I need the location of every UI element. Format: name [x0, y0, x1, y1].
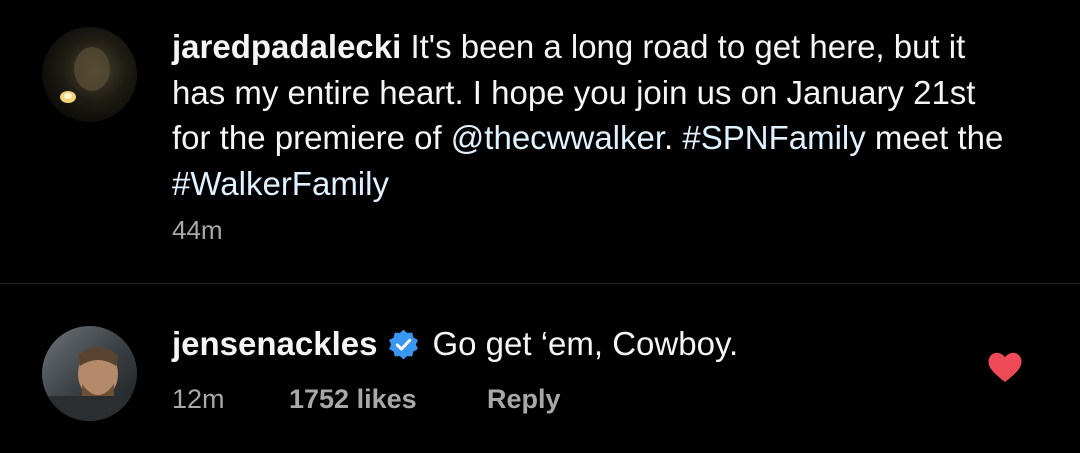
- post-caption: jaredpadalecki It's been a long road to …: [0, 0, 1080, 283]
- post-author-username[interactable]: jaredpadalecki: [172, 28, 401, 65]
- reply-button[interactable]: Reply: [487, 384, 561, 415]
- comment-meta: 12m 1752 likes Reply: [172, 384, 561, 415]
- avatar-image: [42, 326, 137, 421]
- comment-line: jensenackles Go get ‘em, Cowboy.: [172, 324, 738, 364]
- caption-text: jaredpadalecki It's been a long road to …: [172, 24, 1012, 206]
- avatar[interactable]: [42, 27, 137, 122]
- hashtag-link[interactable]: #SPNFamily: [682, 119, 865, 156]
- avatar-image: [42, 27, 137, 122]
- post-timestamp: 44m: [172, 215, 223, 245]
- likes-count-link[interactable]: 1752 likes: [289, 384, 487, 415]
- comment-row: jensenackles Go get ‘em, Cowboy. 12m 175…: [0, 284, 1080, 453]
- mention-link[interactable]: @thecwwalker: [451, 119, 664, 156]
- caption-body: meet the: [865, 119, 1004, 156]
- comment-timestamp: 12m: [172, 384, 225, 414]
- caption-body: .: [664, 119, 683, 156]
- avatar[interactable]: [42, 326, 137, 421]
- hashtag-link[interactable]: #WalkerFamily: [172, 165, 389, 202]
- heart-icon[interactable]: [987, 351, 1023, 383]
- comment-text: Go get ‘em, Cowboy.: [432, 325, 739, 362]
- verified-badge-icon: [387, 328, 420, 361]
- comment-author-username[interactable]: jensenackles: [172, 324, 377, 364]
